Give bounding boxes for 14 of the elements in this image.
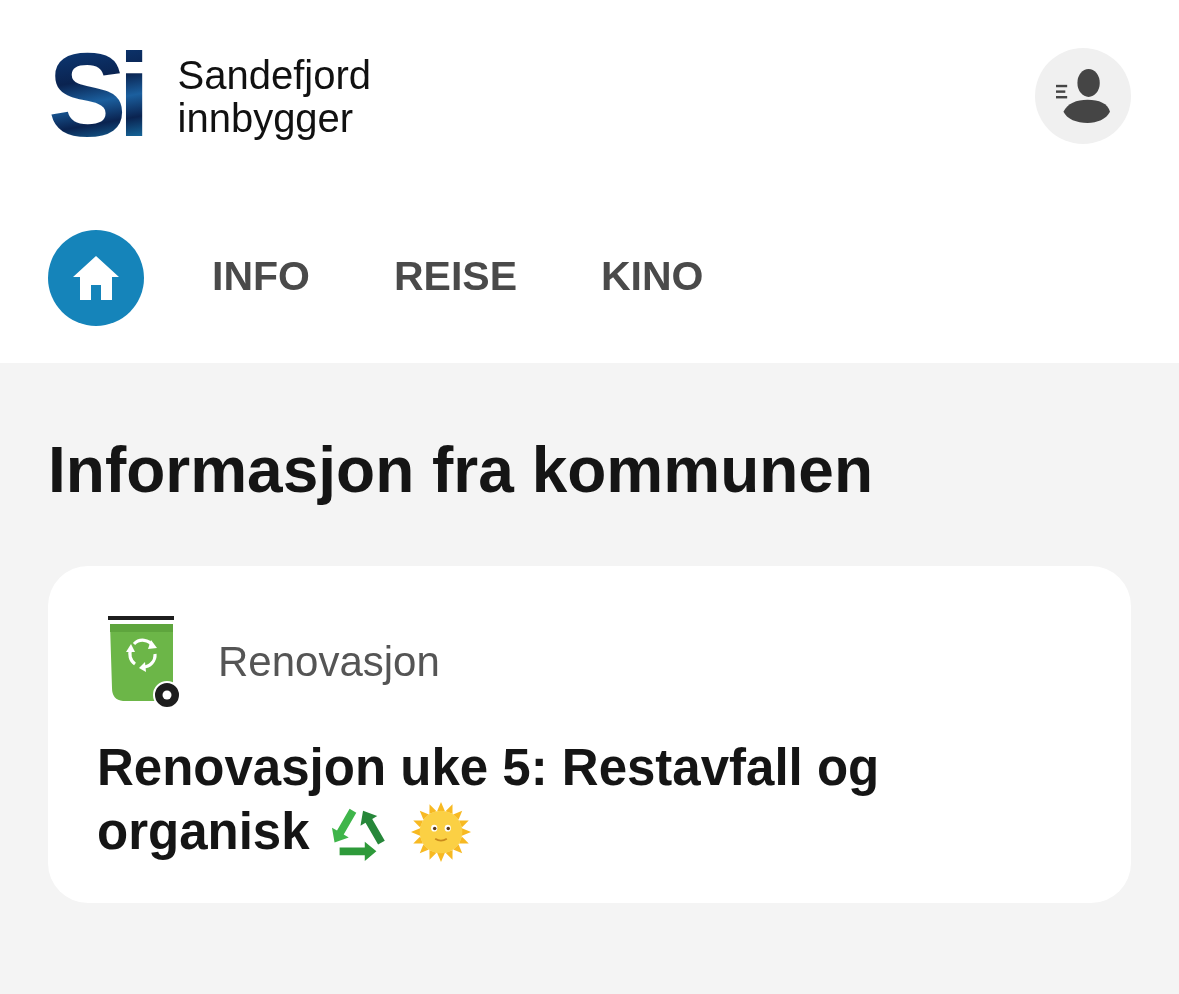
notice-title: organisk <box>97 802 310 862</box>
logo-text: innbygger <box>177 96 354 140</box>
nav-tab[interactable]: KINO <box>601 251 704 305</box>
home-icon <box>72 255 120 301</box>
logo-text: Sandefjord <box>177 53 371 97</box>
nav-tab[interactable]: REISE <box>393 251 517 305</box>
recycling-bin-icon <box>107 616 181 708</box>
notice-card[interactable]: Renovasjon Renovasjon uke 5: Restavfall og organisk <box>48 566 1131 903</box>
person-icon <box>1056 69 1110 123</box>
section-heading: Informasjon fra kommunen <box>48 433 874 508</box>
nav-tab[interactable]: INFO <box>212 251 310 305</box>
notice-title: Renovasjon uke 5: Restavfall og <box>97 738 880 798</box>
sun-face-icon <box>409 801 472 863</box>
category-label: Renovasjon <box>218 638 440 686</box>
